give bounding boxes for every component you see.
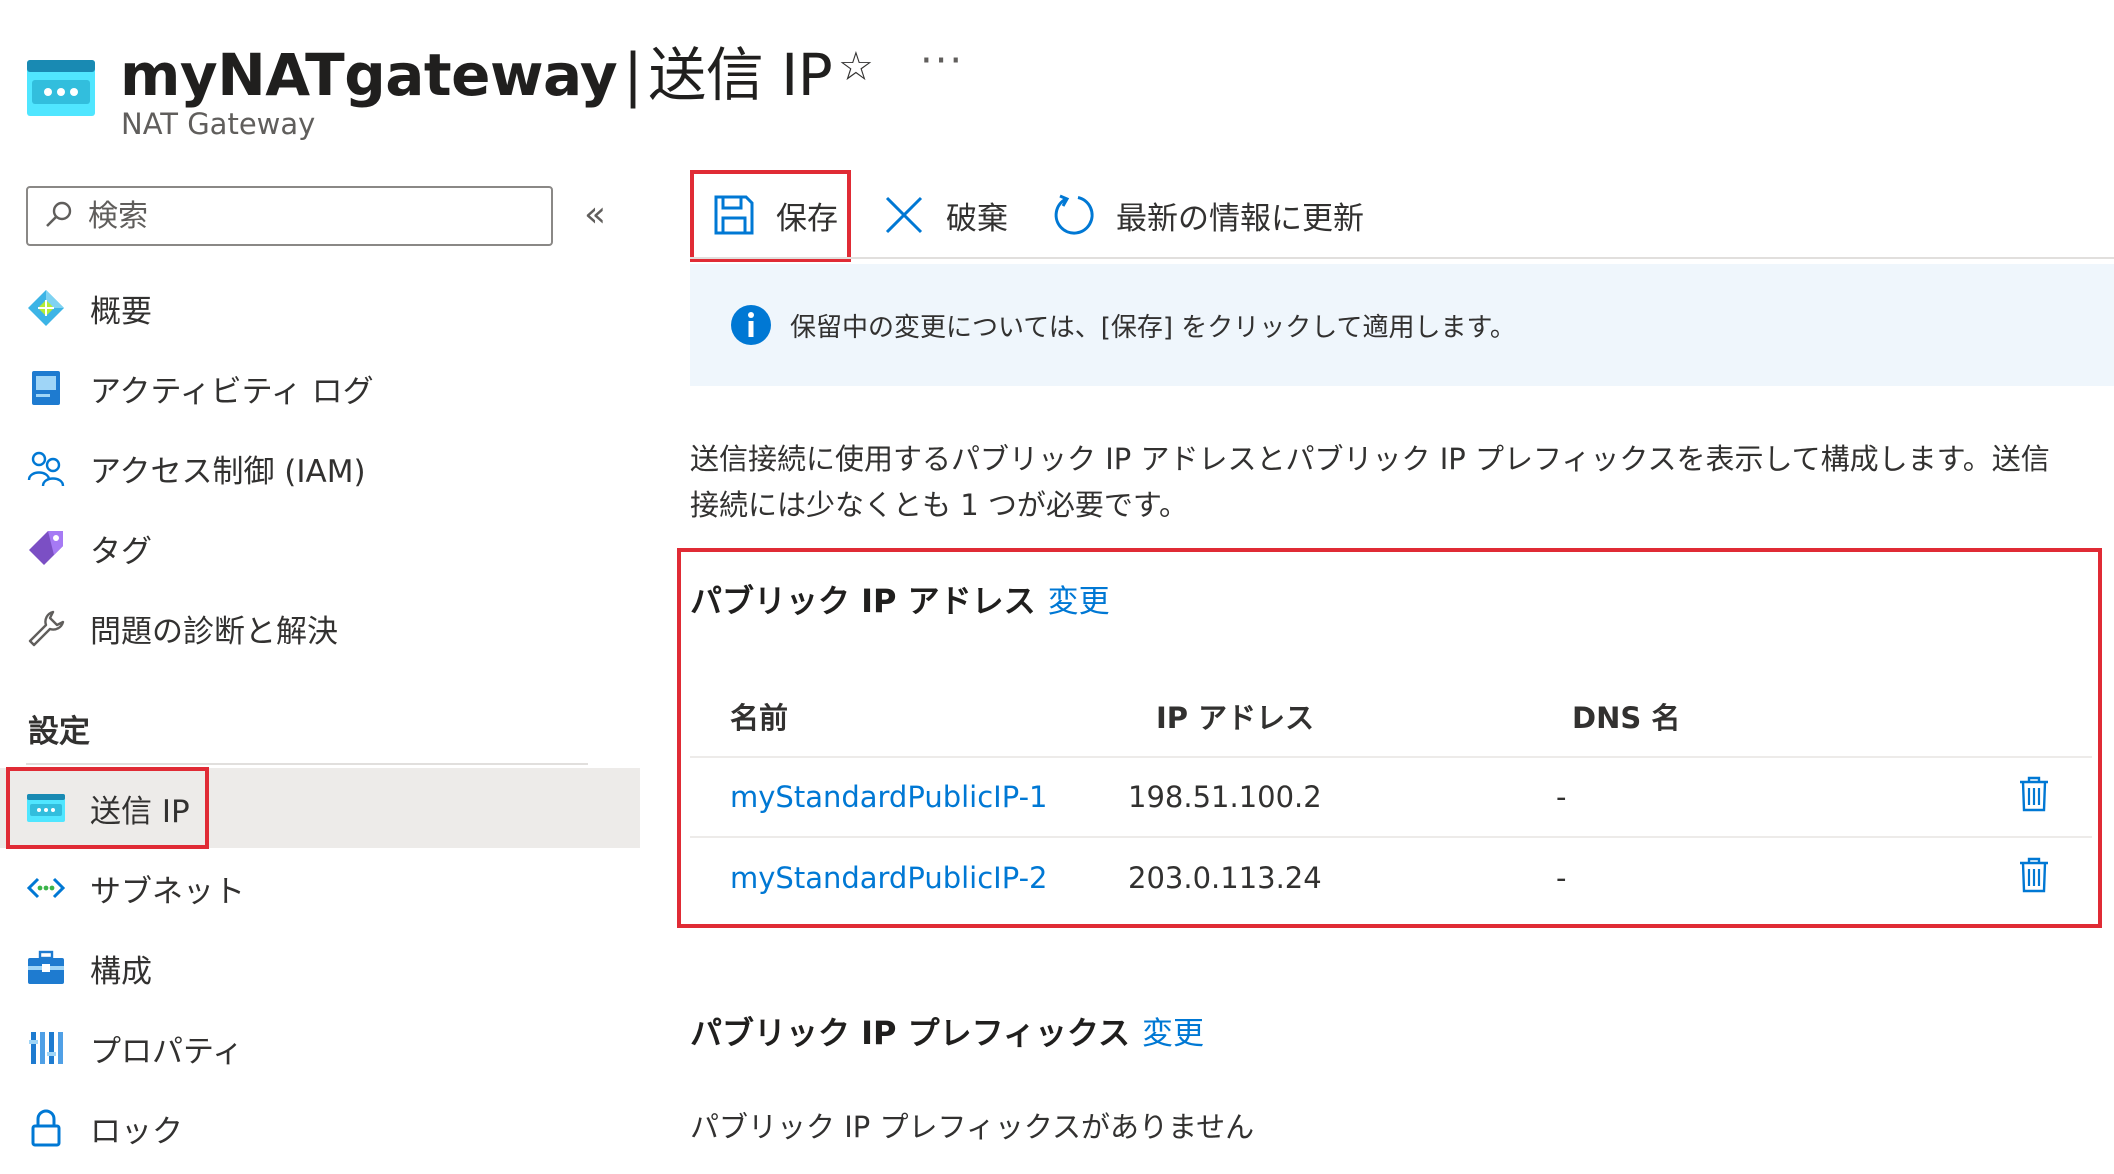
- sidebar-item-overview[interactable]: 概要: [0, 268, 640, 348]
- table-header: 名前 IP アドレス DNS 名: [690, 676, 2092, 758]
- lock-icon: [26, 1108, 66, 1148]
- public-ip-name-link[interactable]: myStandardPublicIP-2: [730, 861, 1048, 895]
- delete-button[interactable]: [1976, 776, 2092, 819]
- blade-name: 送信 IP: [648, 41, 833, 109]
- change-public-prefix-link[interactable]: 変更: [1142, 1016, 1204, 1052]
- tag-icon: [26, 528, 66, 568]
- sidebar-item-properties[interactable]: プロパティ: [0, 1008, 640, 1088]
- divider: [26, 763, 588, 765]
- column-header-name: 名前: [730, 701, 789, 735]
- sidebar-item-label: サブネット: [90, 873, 245, 910]
- sidebar-item-subnets[interactable]: サブネット: [0, 848, 640, 928]
- ip-address-cell: 203.0.113.24: [1128, 861, 1322, 895]
- sidebar-item-label: プロパティ: [90, 1033, 244, 1070]
- sidebar-search[interactable]: [26, 186, 553, 246]
- save-label: 保存: [776, 200, 838, 237]
- favorite-star-icon[interactable]: ☆: [838, 44, 874, 90]
- sidebar-item-label: アクセス制御 (IAM): [90, 453, 366, 490]
- outbound-ip-icon: [26, 788, 66, 828]
- discard-button[interactable]: 破棄: [882, 193, 1008, 238]
- discard-label: 破棄: [946, 200, 1008, 237]
- page-description: 送信接続に使用するパブリック IP アドレスとパブリック IP プレフィックスを…: [690, 442, 2050, 522]
- settings-section-label: 設定: [28, 714, 90, 750]
- dns-name-cell: -: [1556, 861, 1567, 895]
- sidebar-item-label: タグ: [90, 533, 152, 570]
- trash-icon: [2019, 776, 2049, 819]
- change-public-ip-link[interactable]: 変更: [1048, 584, 1110, 620]
- properties-icon: [26, 1028, 66, 1068]
- configuration-icon: [26, 948, 66, 988]
- resource-name: myNATgateway: [120, 41, 618, 109]
- sidebar-item-label: 構成: [90, 953, 152, 990]
- ip-address-cell: 198.51.100.2: [1128, 780, 1322, 814]
- resource-type: NAT Gateway: [121, 107, 316, 141]
- command-bar: 保存 破棄 最新の情報に更新: [690, 170, 2114, 260]
- save-icon: [712, 193, 756, 237]
- iam-icon: [26, 448, 66, 488]
- close-icon: [882, 193, 926, 237]
- sidebar-item-label: 問題の診断と解決: [90, 613, 338, 650]
- more-options-icon[interactable]: ···: [920, 38, 964, 84]
- toolbar-divider: [690, 257, 2114, 259]
- sidebar-item-diagnose[interactable]: 問題の診断と解決: [0, 588, 640, 668]
- sidebar-item-label: 送信 IP: [90, 793, 190, 830]
- overview-icon: [26, 288, 66, 328]
- sidebar-item-tags[interactable]: タグ: [0, 508, 640, 588]
- public-ip-table: 名前 IP アドレス DNS 名 myStandardPublicIP-1 19…: [690, 676, 2092, 918]
- sidebar-item-outbound-ip[interactable]: 送信 IP: [0, 768, 640, 848]
- sidebar-nav: 概要 アクティビティ ログ アクセス制御 (IAM) タグ 問題の診断と解決: [0, 268, 640, 668]
- column-header-dns: DNS 名: [1572, 701, 1681, 735]
- sidebar-settings-nav: 送信 IP サブネット 構成 プロパティ ロック: [0, 768, 640, 1168]
- sidebar-item-configuration[interactable]: 構成: [0, 928, 640, 1008]
- sidebar-item-label: 概要: [90, 293, 152, 330]
- search-icon: [44, 199, 74, 233]
- empty-prefix-message: パブリック IP プレフィックスがありません: [690, 1110, 1255, 1144]
- refresh-label: 最新の情報に更新: [1116, 200, 1364, 237]
- search-input[interactable]: [88, 198, 528, 234]
- public-ip-section-title: パブリック IP アドレス 変更: [690, 576, 1110, 622]
- public-ip-name-link[interactable]: myStandardPublicIP-1: [730, 780, 1048, 814]
- collapse-sidebar-icon[interactable]: «: [584, 194, 606, 235]
- subnet-icon: [26, 868, 66, 908]
- title-separator: |: [623, 41, 643, 109]
- save-button[interactable]: 保存: [690, 193, 838, 238]
- section-heading: パブリック IP アドレス: [690, 582, 1036, 620]
- info-banner: 保留中の変更については、[保存] をクリックして適用します。: [690, 264, 2114, 386]
- trash-icon: [2019, 857, 2049, 900]
- delete-button[interactable]: [1976, 857, 2092, 900]
- section-heading: パブリック IP プレフィックス: [690, 1014, 1131, 1052]
- page-title: myNATgateway | 送信 IP: [120, 28, 833, 112]
- dns-name-cell: -: [1556, 780, 1567, 814]
- refresh-button[interactable]: 最新の情報に更新: [1052, 193, 1364, 238]
- activity-log-icon: [26, 368, 66, 408]
- sidebar-item-activity-log[interactable]: アクティビティ ログ: [0, 348, 640, 428]
- banner-text: 保留中の変更については、[保存] をクリックして適用します。: [790, 312, 1516, 343]
- table-row: myStandardPublicIP-2 203.0.113.24 -: [690, 838, 2092, 918]
- sidebar-item-iam[interactable]: アクセス制御 (IAM): [0, 428, 640, 508]
- sidebar-item-label: ロック: [90, 1113, 183, 1150]
- sidebar-item-label: アクティビティ ログ: [90, 373, 374, 410]
- public-prefix-section-title: パブリック IP プレフィックス 変更: [690, 1008, 1204, 1054]
- sidebar-item-locks[interactable]: ロック: [0, 1088, 640, 1168]
- wrench-icon: [26, 608, 66, 648]
- nat-gateway-icon: [26, 58, 96, 118]
- table-row: myStandardPublicIP-1 198.51.100.2 -: [690, 758, 2092, 838]
- refresh-icon: [1052, 193, 1096, 237]
- column-header-ip: IP アドレス: [1156, 701, 1315, 735]
- info-icon: [730, 304, 772, 346]
